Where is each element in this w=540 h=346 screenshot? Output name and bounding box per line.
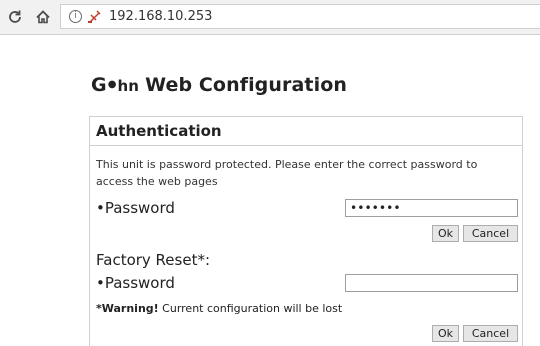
password-field[interactable] (345, 199, 518, 217)
authentication-panel: Authentication This unit is password pro… (89, 116, 523, 346)
reset-password-label: •Password (96, 274, 175, 292)
reset-ok-button[interactable]: Ok (432, 325, 459, 342)
title-text: Web Configuration (145, 74, 347, 96)
logo-g: G (91, 74, 107, 96)
info-icon[interactable]: i (69, 10, 82, 23)
url-text: 192.168.10.253 (109, 9, 213, 24)
logo-hn: hn (117, 77, 140, 95)
page-title: G●hn Web Configuration (91, 74, 347, 96)
config-content: Authentication This unit is password pro… (89, 116, 523, 346)
home-icon[interactable] (34, 8, 52, 26)
panel-header: Authentication (90, 117, 522, 146)
reset-warning: *Warning! Current configuration will be … (96, 302, 342, 315)
factory-reset-heading: Factory Reset*: (96, 251, 211, 269)
reset-cancel-button[interactable]: Cancel (463, 325, 518, 342)
logo-dot: ● (107, 79, 117, 90)
cancel-button[interactable]: Cancel (463, 225, 518, 242)
ok-button[interactable]: Ok (432, 225, 459, 242)
not-secure-icon (86, 9, 102, 25)
warning-text: Current configuration will be lost (158, 302, 343, 315)
password-label: •Password (96, 199, 175, 217)
reset-password-field[interactable] (345, 274, 518, 292)
warning-label: *Warning! (96, 302, 159, 315)
authentication-description: This unit is password protected. Please … (96, 158, 478, 188)
browser-toolbar: i 192.168.10.253 (0, 0, 540, 35)
address-bar[interactable]: i 192.168.10.253 (60, 4, 540, 29)
reload-icon[interactable] (6, 8, 24, 26)
authentication-heading: Authentication (96, 122, 222, 140)
